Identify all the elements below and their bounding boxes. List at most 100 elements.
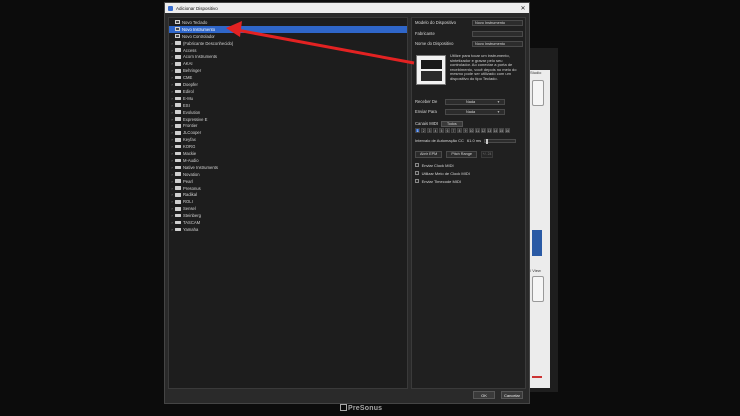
- checkbox[interactable]: [415, 171, 419, 175]
- send-label: Enviar Para: [415, 109, 437, 114]
- checkbox-label: Utilizar Meio de Clock MIDI: [421, 170, 470, 176]
- device-tree[interactable]: Novo Teclado Novo Instrumento Novo Control…: [168, 17, 408, 389]
- midi-channels-label: Canais MIDI: [415, 121, 439, 127]
- tree-item[interactable]: › JLCooper: [169, 129, 407, 136]
- folder-icon: [175, 96, 181, 101]
- tree-item[interactable]: › Yamaha: [169, 226, 407, 233]
- tree-item[interactable]: › (Fabricante Desconhecido): [169, 40, 407, 47]
- tree-item[interactable]: › M-Audio: [169, 157, 407, 164]
- tree-item[interactable]: › Steinberg: [169, 212, 407, 219]
- tree-item[interactable]: › Native Instruments: [169, 164, 407, 171]
- tree-item[interactable]: › KORG: [169, 143, 407, 150]
- send-row: Enviar Para Nada ▼: [415, 108, 523, 115]
- folder-icon: [175, 151, 181, 156]
- model-field[interactable]: Novo Instrumento: [472, 19, 523, 26]
- ok-button[interactable]: OK: [473, 391, 495, 399]
- tree-item[interactable]: Novo Controlador: [169, 33, 407, 40]
- learn-button[interactable]: Abrir EPM: [415, 151, 443, 158]
- folder-icon: [175, 82, 181, 87]
- folder-icon: [175, 55, 181, 59]
- tree-item[interactable]: › Frontier: [169, 123, 407, 130]
- tree-item[interactable]: › Behringer: [169, 67, 407, 74]
- tree-item[interactable]: › ROLI: [169, 198, 407, 205]
- midi-channel-toggle[interactable]: 1: [415, 128, 421, 134]
- tree-item-label: Behringer: [183, 68, 202, 74]
- tree-item[interactable]: › Mackie: [169, 150, 407, 157]
- tree-item[interactable]: Novo Teclado: [169, 19, 407, 26]
- midi-channel-toggle[interactable]: 7: [450, 128, 457, 134]
- midi-channel-toggle[interactable]: 16: [504, 128, 510, 134]
- checkbox-row[interactable]: Enviar Timecode MIDI: [415, 178, 461, 184]
- checkbox[interactable]: [415, 179, 419, 183]
- name-label: Nome do Dispositivo: [415, 41, 454, 46]
- midi-channel-toggle[interactable]: 13: [486, 128, 492, 134]
- folder-icon: [175, 137, 181, 142]
- folder-icon: [175, 227, 181, 232]
- tree-item-label: Radikal: [183, 192, 197, 198]
- checkbox[interactable]: [415, 163, 419, 167]
- midi-channel-toggle[interactable]: 10: [468, 128, 475, 134]
- midi-channel-toggle[interactable]: 2: [420, 128, 427, 134]
- tree-item[interactable]: › ESI: [169, 102, 407, 109]
- folder-icon: [175, 193, 181, 197]
- tree-item-label: Pearl: [183, 178, 193, 184]
- tree-item-label: Steinberg: [183, 213, 201, 219]
- maker-field[interactable]: [472, 30, 523, 37]
- automation-slider[interactable]: [484, 138, 517, 144]
- name-row: Nome do Dispositivo Novo Instrumento: [415, 40, 523, 47]
- all-channels-button[interactable]: Todos: [441, 121, 463, 127]
- midi-channel-toggle[interactable]: 11: [474, 128, 481, 134]
- tree-item[interactable]: › Edirol: [169, 88, 407, 95]
- tree-item-label: Expressive E: [183, 116, 208, 122]
- checkbox-row[interactable]: Enviar Clock MIDI: [415, 162, 454, 168]
- midi-channel-toggle[interactable]: 15: [498, 128, 504, 134]
- midi-channel-toggle[interactable]: 4: [432, 128, 439, 134]
- tree-item[interactable]: › Expressive E: [169, 116, 407, 123]
- add-device-dialog: Adicionar Dispositivo ✕ Novo Teclado Novo…: [164, 2, 530, 404]
- tree-item[interactable]: › TASCAM: [169, 219, 407, 226]
- midi-channel-toggle[interactable]: 14: [492, 128, 498, 134]
- background-view-text: / View: [530, 268, 541, 273]
- tree-item[interactable]: › Novation: [169, 171, 407, 178]
- midi-channel-toggle[interactable]: 8: [456, 128, 463, 134]
- name-field[interactable]: Novo Instrumento: [472, 40, 523, 47]
- midi-channel-toggle[interactable]: 12: [480, 128, 487, 134]
- button-row: Abrir EPM Pitch Range +/- 24: [415, 151, 493, 158]
- midi-channel-toggle[interactable]: 6: [444, 128, 451, 134]
- tree-item[interactable]: › Doepfer: [169, 81, 407, 88]
- folder-icon: [175, 41, 181, 45]
- tree-item-label: Novo Instrumento: [182, 26, 216, 32]
- tree-item[interactable]: Novo Instrumento: [169, 25, 407, 33]
- close-icon[interactable]: ✕: [517, 5, 529, 12]
- tree-item[interactable]: › Presonus: [169, 185, 407, 192]
- chevron-down-icon: ▼: [496, 109, 500, 114]
- tree-item[interactable]: › Sensel: [169, 205, 407, 212]
- tree-item[interactable]: › E-Mu: [169, 95, 407, 102]
- cancel-button[interactable]: Cancelar: [501, 391, 523, 399]
- tree-item-label: JLCooper: [183, 130, 202, 136]
- tree-item-label: E-Mu: [183, 95, 194, 101]
- send-value: Nada: [466, 109, 476, 114]
- midi-channel-toggle[interactable]: 5: [438, 128, 445, 134]
- midi-channel-toggle[interactable]: 3: [426, 128, 433, 134]
- slider-thumb[interactable]: [486, 138, 489, 144]
- tree-item-label: CME: [183, 75, 193, 81]
- receive-select[interactable]: Nada ▼: [445, 98, 505, 105]
- tree-item[interactable]: › Radikal: [169, 192, 407, 199]
- tree-item-label: (Fabricante Desconhecido): [183, 40, 234, 46]
- folder-icon: [175, 124, 181, 128]
- tree-item[interactable]: › CME: [169, 74, 407, 81]
- presonus-mark-icon: [340, 404, 347, 411]
- checkbox-row[interactable]: Utilizar Meio de Clock MIDI: [415, 170, 470, 176]
- send-select[interactable]: Nada ▼: [445, 108, 505, 115]
- tree-item[interactable]: › Acorn Instruments: [169, 54, 407, 61]
- pitch-range-field[interactable]: +/- 24: [481, 151, 493, 158]
- tree-item[interactable]: › AKAI: [169, 60, 407, 67]
- tree-item[interactable]: › Keyfax: [169, 136, 407, 143]
- tree-item[interactable]: › Pearl: [169, 178, 407, 185]
- folder-icon: [175, 186, 181, 190]
- automation-row: Intervalo de Automação CC 61.0 ms: [415, 138, 517, 144]
- tree-item[interactable]: › Evolution: [169, 109, 407, 116]
- tree-item[interactable]: › Access: [169, 47, 407, 54]
- midi-channel-toggle[interactable]: 9: [462, 128, 469, 134]
